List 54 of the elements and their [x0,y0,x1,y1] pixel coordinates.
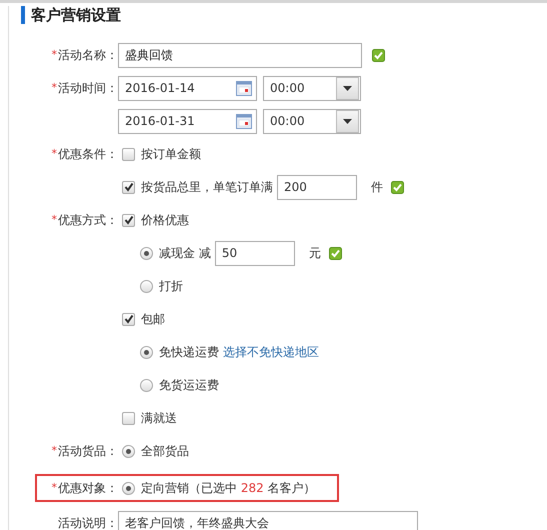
radio-button[interactable] [140,246,153,260]
calendar-icon [236,114,252,128]
checkbox[interactable] [122,312,135,326]
option-label: 包邮 [141,310,165,328]
link[interactable]: 选择不免快递地区 [223,344,319,360]
input-field[interactable]: 盛典回馈 [118,42,362,68]
field-label: 活动时间： [58,81,118,95]
field-label: 活动货品： [58,444,118,458]
required-mark: * [52,81,57,94]
radio-button[interactable] [140,346,153,358]
option-label: 减现金 减 [159,244,211,262]
unit-label: 件 [371,178,383,196]
time-dropdown[interactable]: 00:00 [263,108,361,134]
option-label: 满就送 [141,410,177,426]
required-mark: * [52,147,57,160]
required-mark: * [52,444,57,457]
unit-label: 元 [308,244,321,262]
option-label: 打折 [159,278,183,294]
option-label: 价格优惠 [141,212,189,228]
radio-button[interactable] [140,378,153,392]
dropdown-arrow-icon [343,86,352,90]
radio-button[interactable] [122,444,135,458]
section-title: 客户营销设置 [21,6,547,24]
option-label: 免快递运费 [159,344,219,360]
radio-button[interactable] [122,482,135,494]
required-mark: * [52,213,57,226]
field-label: 优惠条件： [58,147,118,161]
checkbox[interactable] [122,148,135,160]
calendar-icon [236,80,252,96]
dropdown-arrow-icon [343,118,352,124]
option-label: 免货运运费 [159,376,219,394]
checkbox[interactable] [122,214,135,226]
time-dropdown[interactable]: 00:00 [263,76,361,100]
input-field[interactable]: 50 [214,240,295,266]
option-label: 按货品总里，单笔订单满 [141,178,273,196]
option-label: 按订单金额 [141,146,201,162]
field-label: 活动名称： [58,48,118,62]
required-mark: * [52,481,57,494]
required-mark: * [52,48,57,61]
checkmark-icon [124,182,134,192]
checkmark-icon [124,215,134,225]
option-label: 定向营销（已选中 282 名客户） [141,480,316,496]
date-field[interactable]: 2016-01-31 [118,108,257,134]
input-field[interactable]: 200 [277,174,357,200]
field-label: 活动说明： [58,516,118,530]
option-label: 全部货品 [141,442,189,460]
text-area[interactable]: 老客户回馈，年终盛典大会 [118,511,418,530]
radio-button[interactable] [140,280,153,292]
checkbox[interactable] [122,412,135,424]
date-field[interactable]: 2016-01-14 [118,76,257,100]
field-label: 优惠方式： [58,213,118,227]
field-label: 优惠对象： [58,481,118,495]
checkbox[interactable] [122,180,135,194]
checkmark-icon [124,314,134,324]
